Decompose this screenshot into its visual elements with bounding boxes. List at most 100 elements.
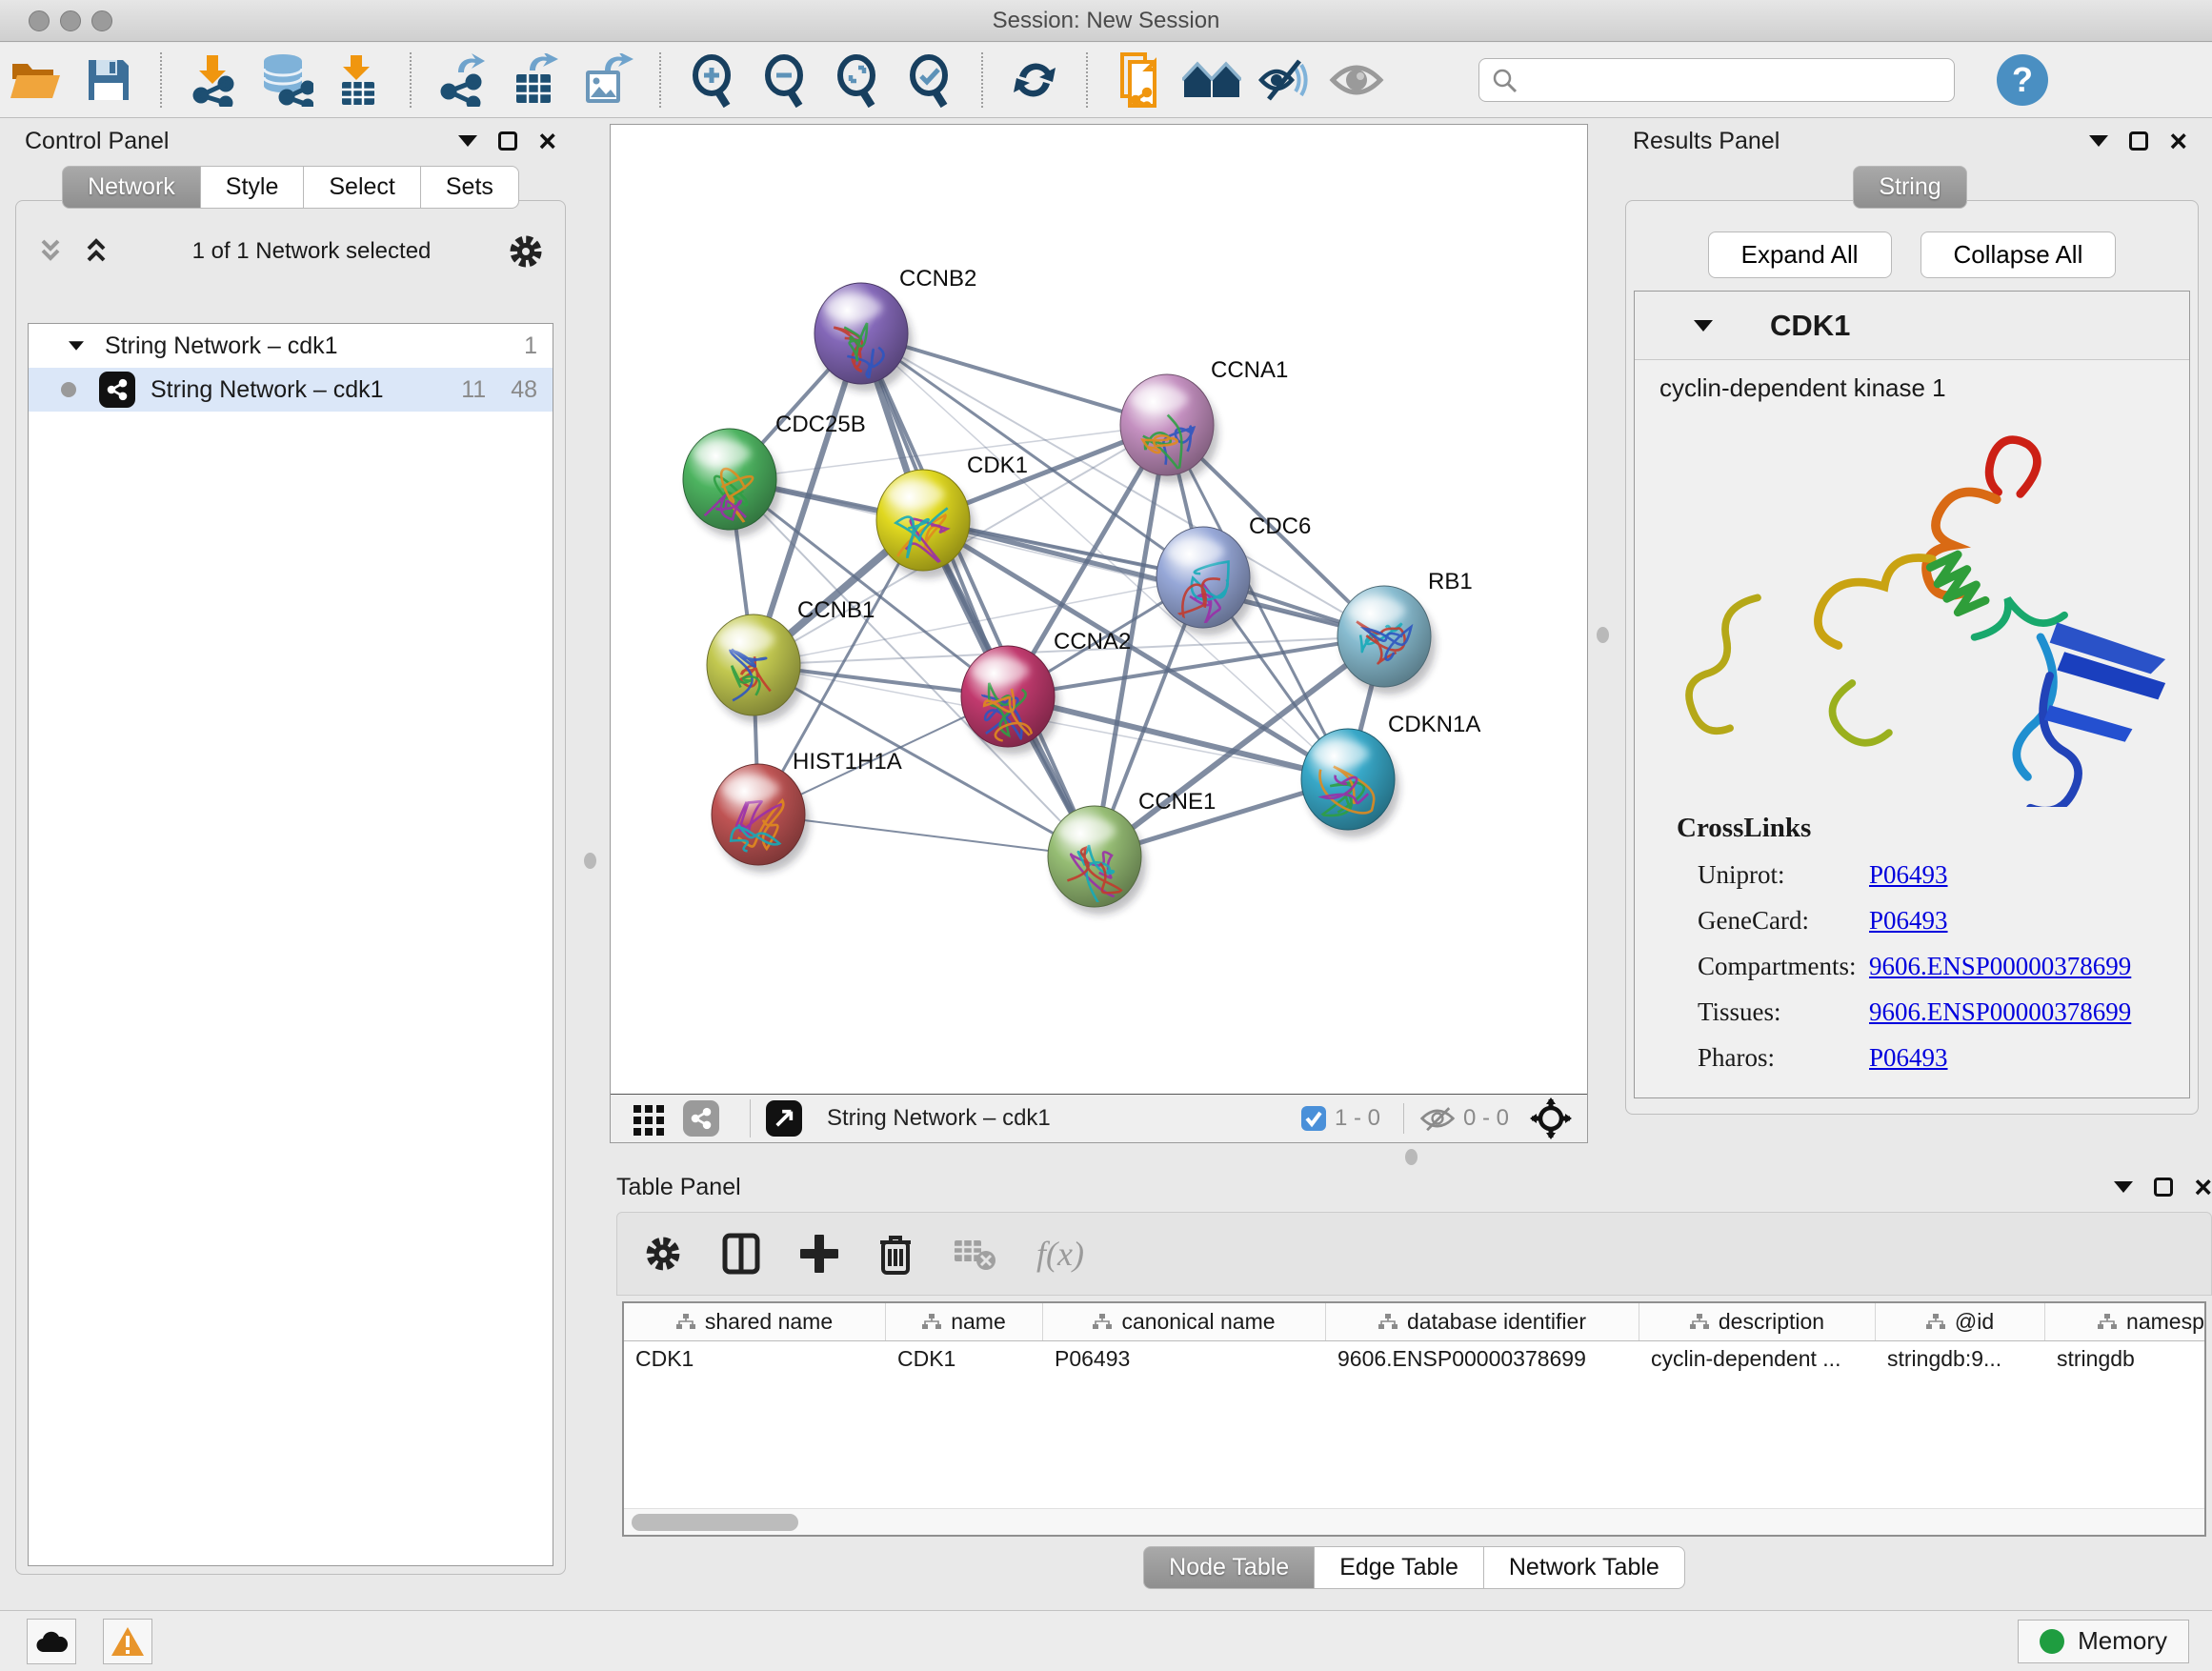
show-columns-icon[interactable] (722, 1233, 760, 1275)
tab-string[interactable]: String (1853, 166, 1966, 209)
crosslink-link[interactable]: 9606.ENSP00000378699 (1869, 952, 2131, 981)
search-input[interactable] (1518, 61, 1954, 99)
table-settings-gear-icon[interactable] (644, 1235, 682, 1273)
crosshair-icon[interactable] (1530, 1097, 1572, 1139)
float-panel-icon[interactable] (2154, 1178, 2173, 1197)
crosslink-label: Compartments: (1698, 952, 1869, 981)
hidden-eye-icon[interactable] (1419, 1104, 1456, 1133)
panel-menu-icon[interactable] (2089, 135, 2108, 147)
network-canvas[interactable]: CCNB2CCNA1CDC25BCDK1CDC6RB1CCNB1CCNA2CDK… (611, 125, 1587, 1094)
memory-button[interactable]: Memory (2018, 1620, 2189, 1663)
network-node-CCNB2[interactable]: CCNB2 (814, 266, 976, 384)
column-header[interactable]: shared name (624, 1303, 886, 1340)
close-panel-icon[interactable]: × (2169, 131, 2187, 151)
tab-select[interactable]: Select (304, 166, 420, 209)
network-row[interactable]: String Network – cdk1 11 48 (29, 368, 553, 412)
close-panel-icon[interactable]: × (538, 131, 556, 151)
selected-count-badge: 1 - 0 (1335, 1105, 1380, 1132)
column-header[interactable]: description (1639, 1303, 1876, 1340)
crosslink-link[interactable]: P06493 (1869, 860, 1948, 890)
gear-icon[interactable] (508, 233, 544, 270)
show-eye-button[interactable] (1326, 50, 1387, 111)
table-cell[interactable]: 9606.ENSP00000378699 (1326, 1346, 1639, 1372)
table-cell[interactable]: stringdb:9... (1876, 1346, 2045, 1372)
birds-eye-view-button[interactable] (766, 1100, 802, 1137)
column-header[interactable]: database identifier (1326, 1303, 1639, 1340)
table-panel-title: Table Panel (616, 1174, 741, 1201)
expand-all-button[interactable]: Expand All (1708, 232, 1892, 278)
table-cell[interactable]: P06493 (1043, 1346, 1326, 1372)
tab-style[interactable]: Style (201, 166, 305, 209)
zoom-in-button[interactable] (682, 50, 743, 111)
network-node-RB1[interactable]: RB1 (1337, 569, 1473, 687)
node-label: CDK1 (967, 453, 1028, 478)
table-cell[interactable]: CDK1 (886, 1346, 1043, 1372)
export-table-button[interactable] (505, 50, 566, 111)
gene-card-header[interactable]: CDK1 (1635, 292, 2189, 360)
tab-edge-table[interactable]: Edge Table (1315, 1546, 1484, 1589)
right-splitter-handle[interactable] (1597, 627, 1609, 643)
open-session-button[interactable] (6, 50, 67, 111)
clone-network-button[interactable] (1109, 50, 1170, 111)
tab-sets[interactable]: Sets (421, 166, 519, 209)
column-header[interactable]: namespace (2045, 1303, 2206, 1340)
panel-menu-icon[interactable] (2114, 1181, 2133, 1193)
add-column-icon[interactable] (800, 1235, 838, 1273)
selected-checkbox-icon[interactable] (1300, 1105, 1327, 1132)
zoom-selected-button[interactable] (899, 50, 960, 111)
refresh-button[interactable] (1004, 50, 1065, 111)
table-cell[interactable]: CDK1 (624, 1346, 886, 1372)
delete-column-trash-icon[interactable] (878, 1233, 913, 1275)
collapse-all-chevrons-icon[interactable] (37, 237, 70, 266)
float-panel-icon[interactable] (2129, 131, 2148, 151)
network-view-icon[interactable] (683, 1100, 719, 1137)
column-header[interactable]: name (886, 1303, 1043, 1340)
collection-expand-icon[interactable] (69, 341, 84, 351)
scrollbar-thumb[interactable] (632, 1514, 798, 1531)
network-collection-row[interactable]: String Network – cdk1 1 (29, 324, 553, 368)
horizontal-scrollbar[interactable] (624, 1508, 2204, 1535)
string-home-button[interactable] (1181, 50, 1242, 111)
grid-view-icon[interactable] (632, 1101, 666, 1136)
warnings-button[interactable] (103, 1619, 152, 1664)
float-panel-icon[interactable] (498, 131, 517, 151)
table-row[interactable]: CDK1CDK1P064939606.ENSP00000378699cyclin… (624, 1341, 2204, 1376)
search-box[interactable] (1478, 58, 1955, 102)
left-splitter-handle[interactable] (584, 853, 596, 869)
help-button[interactable]: ? (1997, 54, 2048, 106)
tab-node-table[interactable]: Node Table (1143, 1546, 1315, 1589)
cloud-status-button[interactable] (27, 1619, 76, 1664)
clear-table-icon[interactable] (953, 1237, 996, 1271)
table-cell[interactable]: cyclin-dependent ... (1639, 1346, 1876, 1372)
network-view[interactable]: CCNB2CCNA1CDC25BCDK1CDC6RB1CCNB1CCNA2CDK… (610, 124, 1588, 1143)
column-header[interactable]: canonical name (1043, 1303, 1326, 1340)
bottom-splitter-handle[interactable] (1405, 1149, 1418, 1165)
control-panel-title: Control Panel (25, 128, 169, 155)
crosslink-link[interactable]: 9606.ENSP00000378699 (1869, 997, 2131, 1027)
zoom-out-button[interactable] (754, 50, 815, 111)
export-image-button[interactable] (577, 50, 638, 111)
column-header[interactable]: @id (1876, 1303, 2045, 1340)
tab-network[interactable]: Network (62, 166, 201, 209)
network-node-CDK1[interactable]: CDK1 (876, 453, 1028, 571)
tab-network-table[interactable]: Network Table (1484, 1546, 1685, 1589)
save-session-button[interactable] (78, 50, 139, 111)
hide-panel-eye-button[interactable] (1254, 50, 1315, 111)
panel-menu-icon[interactable] (458, 135, 477, 147)
collapse-all-button[interactable]: Collapse All (1920, 232, 2117, 278)
table-cell[interactable]: stringdb (2045, 1346, 2206, 1372)
close-panel-icon[interactable]: × (2194, 1178, 2212, 1197)
node-label: CCNB1 (797, 597, 875, 623)
export-network-button[interactable] (432, 50, 493, 111)
expand-all-chevrons-icon[interactable] (83, 237, 115, 266)
import-network-button[interactable] (183, 50, 244, 111)
gene-expand-icon[interactable] (1694, 320, 1713, 332)
import-table-button[interactable] (328, 50, 389, 111)
crosslink-link[interactable]: P06493 (1869, 906, 1948, 936)
function-builder-button[interactable]: f(x) (1036, 1234, 1084, 1274)
network-edge[interactable] (861, 333, 1095, 856)
zoom-fit-button[interactable] (827, 50, 888, 111)
gene-description: cyclin-dependent kinase 1 (1659, 373, 2189, 403)
import-network-from-database-button[interactable] (255, 50, 316, 111)
crosslink-link[interactable]: P06493 (1869, 1043, 1948, 1073)
